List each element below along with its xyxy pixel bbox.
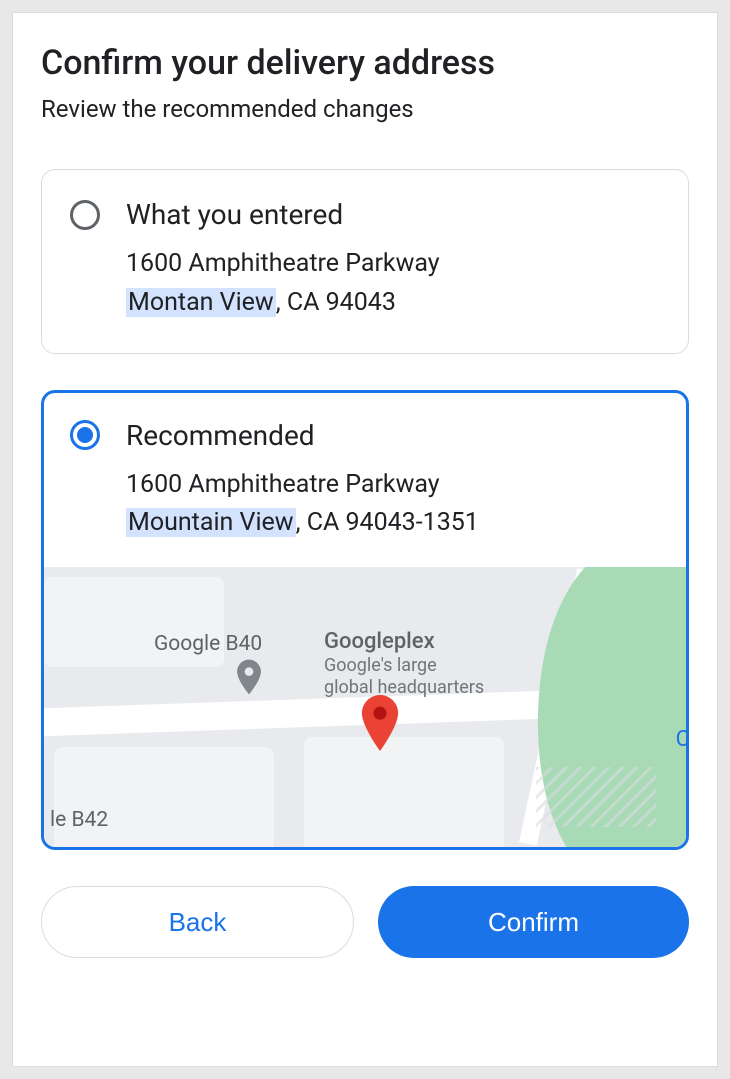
option-recommended-header: Recommended [70,419,660,452]
recommended-line2: Mountain View, CA 94043-1351 [126,504,660,543]
option-entered-header: What you entered [70,198,660,231]
confirm-button[interactable]: Confirm [378,886,689,958]
map-label-b42: le B42 [50,808,108,833]
map-preview: Google B40 Googleplex Google's large glo… [44,567,686,847]
map-pin-gray-icon [236,659,262,695]
radio-entered[interactable] [70,200,100,230]
recommended-address: 1600 Amphitheatre Parkway Mountain View,… [126,466,660,544]
recommended-highlight: Mountain View [126,508,296,537]
entered-rest: , CA 94043 [276,288,396,317]
recommended-rest: , CA 94043-1351 [296,508,479,537]
back-button[interactable]: Back [41,886,354,958]
entered-address: 1600 Amphitheatre Parkway Montan View, C… [126,245,660,323]
googleplex-sub1: Google's large [324,655,484,677]
entered-highlight: Montan View [126,288,276,317]
map-label-googleplex: Googleplex Google's large global headqua… [324,629,484,699]
map-label-c: C [676,727,686,753]
page-subtitle: Review the recommended changes [41,95,689,123]
radio-recommended[interactable] [70,420,100,450]
recommended-line1: 1600 Amphitheatre Parkway [126,466,660,505]
option-entered[interactable]: What you entered 1600 Amphitheatre Parkw… [41,169,689,354]
map-pin-red-icon [360,695,400,751]
entered-line2: Montan View, CA 94043 [126,284,660,323]
googleplex-sub2: global headquarters [324,677,484,699]
option-recommended[interactable]: Recommended 1600 Amphitheatre Parkway Mo… [41,390,689,851]
option-entered-title: What you entered [126,198,343,231]
button-row: Back Confirm [41,886,689,958]
page-title: Confirm your delivery address [41,43,689,83]
option-recommended-title: Recommended [126,419,315,452]
entered-line1: 1600 Amphitheatre Parkway [126,245,660,284]
dialog-container: Confirm your delivery address Review the… [12,12,718,1067]
googleplex-title: Googleplex [324,629,484,655]
map-label-gb40: Google B40 [154,632,262,657]
